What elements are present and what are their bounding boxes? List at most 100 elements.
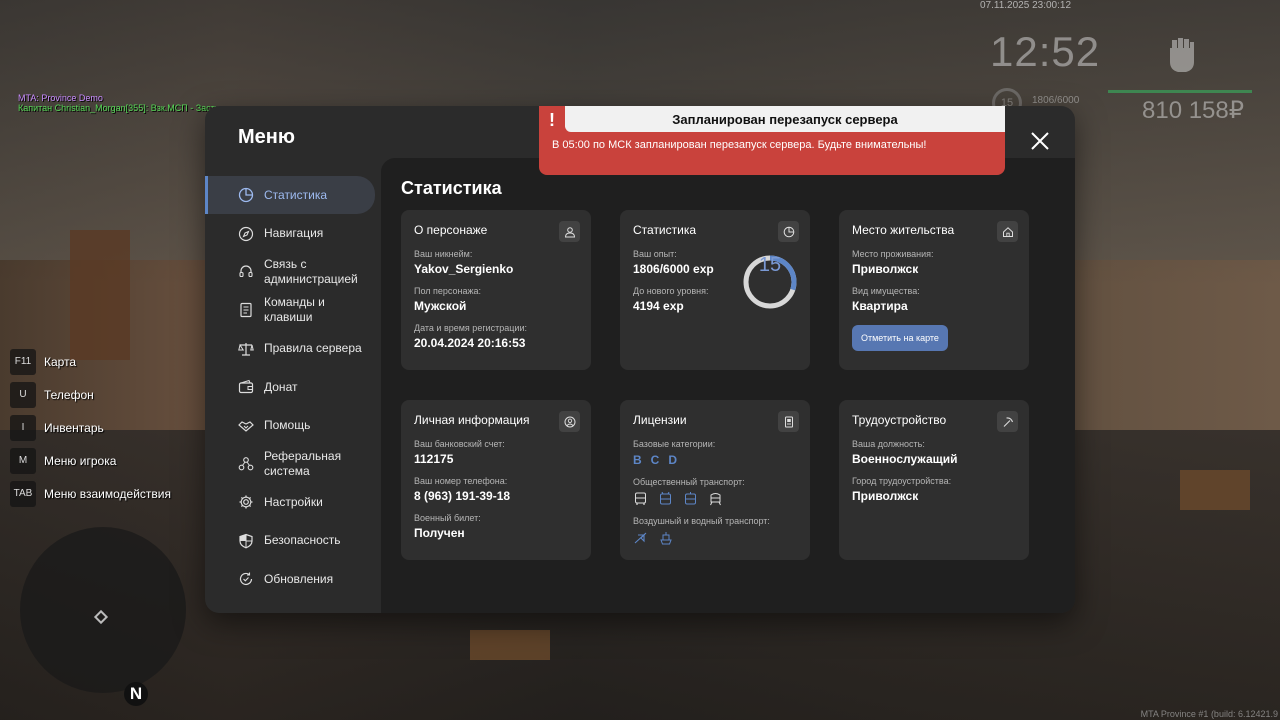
field-label: Место проживания: (852, 249, 934, 259)
field-label: Город трудоустройства: (852, 476, 952, 486)
field-value: 112175 (414, 452, 454, 466)
keybind-row: M Меню игрока (10, 444, 171, 477)
statistics-content: Статистика О персонаже Ваш никнейм: Yako… (381, 158, 1075, 613)
nav-label: Безопасность (264, 533, 341, 548)
hud-clock: 12:52 (990, 28, 1101, 75)
north-indicator: N (124, 682, 148, 706)
nav-label: Настройки (264, 494, 323, 509)
menu-title: Меню (238, 126, 295, 148)
pie-chart-icon (778, 221, 799, 242)
nav-label: Навигация (264, 226, 324, 241)
nav-item-updates[interactable]: Обновления (205, 560, 381, 598)
keybind-list: F11 Карта U Телефон I Инвентарь M Меню игрок… (10, 345, 171, 510)
pie-chart-icon (238, 187, 254, 203)
handshake-icon (238, 418, 254, 434)
nav-label: Связь с администрацией (264, 256, 358, 286)
chat-line: MTA: Province Demo (18, 93, 103, 103)
card-title: Место жительства (852, 223, 955, 237)
alert-icon: ! (549, 110, 555, 130)
key-cap: M (10, 447, 36, 474)
headset-icon (238, 264, 254, 280)
field-value: Мужской (414, 299, 467, 313)
key-label: Карта (44, 354, 77, 369)
hud-health-bar (1108, 90, 1252, 93)
nav-item-settings[interactable]: Настройки (205, 483, 381, 521)
trolleybus-icon (658, 491, 673, 506)
mark-on-map-button[interactable]: Отметить на карте (852, 325, 948, 351)
player-marker-icon (93, 609, 109, 625)
field-value: Военнослужащий (852, 452, 958, 466)
card-title: О персонаже (414, 223, 488, 237)
hud-money: 810 158₽ (1142, 97, 1245, 124)
key-cap: U (10, 381, 36, 408)
scales-icon (238, 341, 254, 357)
keybind-row: I Инвентарь (10, 411, 171, 444)
nav-item-help[interactable]: Помощь (205, 406, 381, 444)
field-value: Приволжск (852, 489, 919, 503)
close-button[interactable] (1027, 128, 1053, 154)
keybind-row: F11 Карта (10, 345, 171, 378)
minimap (20, 527, 186, 693)
train-icon (708, 491, 723, 506)
nav-item-statistics[interactable]: Статистика (205, 176, 375, 215)
document-icon (238, 302, 254, 318)
card-residence: Место жительства Место проживания: Приво… (839, 210, 1029, 370)
field-value: Приволжск (852, 262, 919, 276)
nav-label: Статистика (264, 187, 328, 202)
card-title: Лицензии (633, 413, 687, 427)
field-value: Получен (414, 526, 465, 540)
nav-item-commands[interactable]: Команды и клавиши (205, 291, 381, 329)
field-label: Ваша должность: (852, 439, 925, 449)
gear-icon (238, 494, 254, 510)
player-menu: Меню Статистика Навигация Связь с админи… (205, 106, 1075, 613)
home-icon (997, 221, 1018, 242)
server-restart-notification: ! Запланирован перезапуск сервера В 05:0… (539, 106, 1005, 175)
section-title: Статистика (401, 178, 502, 198)
public-transport-licenses (633, 491, 797, 506)
field-label: Дата и время регистрации: (414, 323, 527, 333)
nav-label: Правила сервера (264, 341, 362, 356)
card-personal-info: Личная информация Ваш банковский счет: 1… (401, 400, 591, 560)
card-statistics: Статистика Ваш опыт: 1806/6000 exp До но… (620, 210, 810, 370)
air-water-licenses (633, 530, 797, 545)
field-label: Общественный транспорт: (633, 477, 745, 487)
field-value: 20.04.2024 20:16:53 (414, 336, 526, 350)
keybind-row: U Телефон (10, 378, 171, 411)
nav-item-security[interactable]: Безопасность (205, 522, 381, 560)
field-label: Базовые категории: (633, 439, 716, 449)
scene-notice-board (70, 230, 130, 360)
nav-item-navigation[interactable]: Навигация (205, 214, 381, 252)
key-label: Меню взаимодействия (44, 486, 171, 501)
keybind-row: TAB Меню взаимодействия (10, 477, 171, 510)
nav-item-admin-contact[interactable]: Связь с администрацией (205, 253, 381, 291)
notification-title: Запланирован перезапуск сервера (565, 106, 1005, 132)
key-cap: F11 (10, 348, 36, 375)
field-value: Yakov_Sergienko (414, 262, 514, 276)
field-label: Воздушный и водный транспорт: (633, 516, 770, 526)
user-circle-icon (559, 411, 580, 432)
key-cap: I (10, 414, 36, 441)
nav-label: Донат (264, 379, 298, 394)
shield-icon (238, 533, 254, 549)
license-category: C (650, 453, 660, 467)
nav-label: Помощь (264, 418, 311, 433)
menu-sidebar: Статистика Навигация Связь с администрац… (205, 176, 381, 598)
nav-label: Обновления (264, 571, 334, 586)
compass-icon (238, 226, 254, 242)
nav-item-donate[interactable]: Донат (205, 368, 381, 406)
license-category: D (668, 453, 678, 467)
scene-desk (470, 630, 550, 660)
field-value: Квартира (852, 299, 908, 313)
field-label: Ваш никнейм: (414, 249, 473, 259)
field-label: Вид имущества: (852, 286, 920, 296)
field-label: Пол персонажа: (414, 286, 482, 296)
fist-icon (1162, 34, 1202, 76)
nav-item-rules[interactable]: Правила сервера (205, 330, 381, 368)
card-licenses: Лицензии Базовые категории: B C D Общест… (620, 400, 810, 560)
wallet-icon (238, 379, 254, 395)
nav-label: Реферальная система (264, 448, 342, 478)
field-label: Ваш банковский счет: (414, 439, 505, 449)
key-label: Инвентарь (44, 420, 104, 435)
build-info: MTA Province #1 (build: 6.12421.9 (1140, 709, 1278, 719)
nav-item-referral[interactable]: Реферальная система (205, 445, 381, 483)
